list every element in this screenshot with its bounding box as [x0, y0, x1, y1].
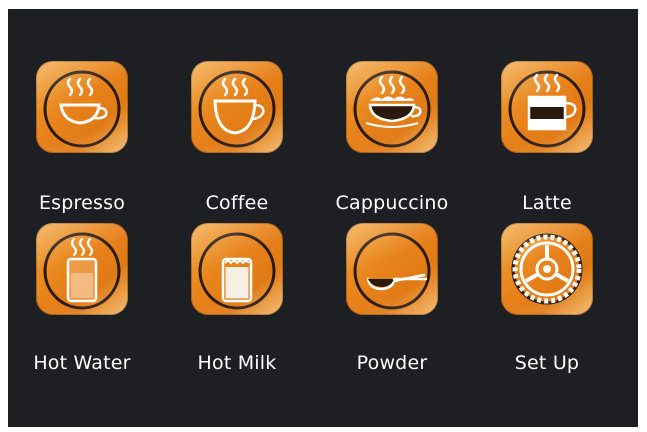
hot-water-glass-icon [43, 232, 121, 310]
powder-button[interactable] [346, 223, 438, 315]
hot-water-label: Hot Water [33, 352, 131, 374]
hot-milk-label: Hot Milk [197, 352, 277, 374]
powder-label: Powder [356, 352, 428, 374]
hot-water-button[interactable] [36, 223, 128, 315]
cappuccino-label: Cappuccino [335, 192, 449, 214]
coffee-machine-screen: Espresso Coffee Cappuccino Latte Hot Wat… [8, 9, 638, 427]
set-up-button[interactable] [501, 223, 593, 315]
coffee-label: Coffee [205, 192, 269, 214]
cappuccino-button[interactable] [346, 61, 438, 153]
latte-glass-icon [508, 70, 586, 148]
coffee-button[interactable] [191, 61, 283, 153]
powder-spoon-icon [353, 232, 431, 310]
set-up-label: Set Up [514, 352, 580, 374]
latte-label: Latte [522, 192, 572, 214]
hot-milk-glass-icon [198, 232, 276, 310]
coffee-cup-icon [198, 70, 276, 148]
espresso-button[interactable] [36, 61, 128, 153]
hot-milk-button[interactable] [191, 223, 283, 315]
latte-button[interactable] [501, 61, 593, 153]
cappuccino-cup-icon [353, 70, 431, 148]
gear-icon [511, 233, 583, 305]
espresso-cup-icon [43, 70, 121, 148]
espresso-label: Espresso [38, 192, 126, 214]
